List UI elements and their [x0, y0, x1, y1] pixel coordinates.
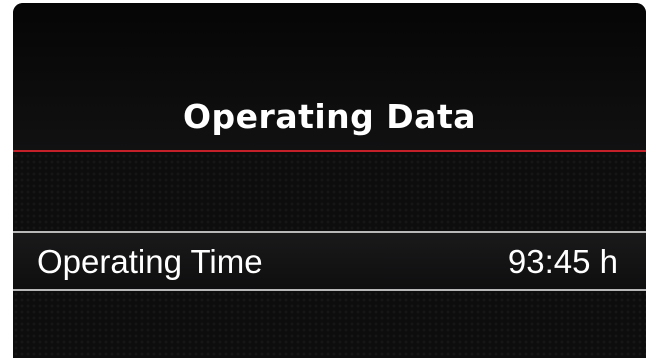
page-title: Operating Data [183, 97, 476, 136]
display-screen: Operating Data Operating Time 93:45 h [13, 3, 646, 358]
header-divider [13, 150, 646, 152]
row-divider-bottom [13, 289, 646, 291]
row-value: 93:45 h [507, 243, 618, 280]
header-panel: Operating Data [13, 3, 646, 150]
row-divider-top [13, 231, 646, 233]
row-label: Operating Time [37, 243, 263, 280]
list-item-operating-time[interactable]: Operating Time 93:45 h [13, 231, 646, 291]
